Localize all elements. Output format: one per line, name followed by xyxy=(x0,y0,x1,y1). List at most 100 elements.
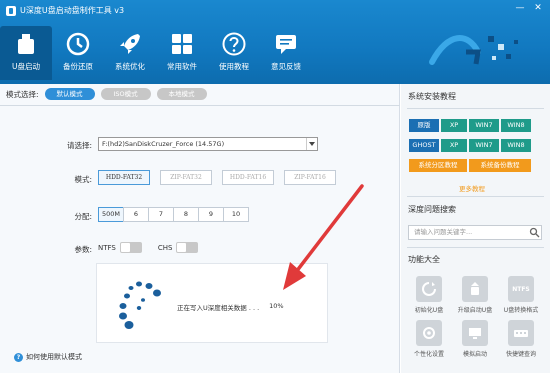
question-icon xyxy=(222,32,246,56)
alloc-label: 分配: xyxy=(74,212,92,221)
ntfs-label: NTFS xyxy=(98,243,116,252)
help-link[interactable]: ? 如何使用默认模式 xyxy=(14,352,82,362)
divider xyxy=(407,247,544,248)
tag-backup-tutorial[interactable]: 系统备份教程 xyxy=(469,159,531,172)
title-bar: U深度U盘启动盘制作工具 v3 — ✕ U盘启动 备份还原 系统优化 常用软件 … xyxy=(0,0,550,84)
alloc-500m[interactable]: 500M xyxy=(98,207,124,222)
nav-backup-restore[interactable]: 备份还原 xyxy=(52,26,104,80)
alloc-6[interactable]: 6 xyxy=(123,207,149,222)
format-zip-fat32[interactable]: ZIP-FAT32 xyxy=(160,170,212,185)
nav-common-software[interactable]: 常用软件 xyxy=(156,26,208,80)
brand-logo-art xyxy=(429,35,518,65)
format-zip-fat16[interactable]: ZIP-FAT16 xyxy=(284,170,336,185)
progress-message: 正在写入U深度相关数据 . . . xyxy=(177,304,260,312)
nav-label: 备份还原 xyxy=(63,62,93,71)
search-placeholder: 请输入问题关键字... xyxy=(414,228,473,236)
chs-label: CHS xyxy=(157,243,173,252)
tag-win7[interactable]: WIN7 xyxy=(469,119,499,132)
divider xyxy=(407,108,544,109)
mode-iso-button[interactable]: ISO模式 xyxy=(100,88,151,100)
tag-win8[interactable]: WIN8 xyxy=(501,119,531,132)
param-options: NTFS CHS xyxy=(98,242,214,253)
alloc-options: 500M 6 7 8 9 10 xyxy=(98,207,249,222)
progress-panel: 正在写入U深度相关数据 . . . 10% xyxy=(96,263,328,343)
mode-default-button[interactable]: 默认模式 xyxy=(44,88,95,100)
rocket-icon xyxy=(120,34,140,54)
window-controls: — ✕ xyxy=(512,2,546,15)
help-icon: ? xyxy=(14,352,23,362)
nav-label: 使用教程 xyxy=(219,62,249,71)
window-title: U深度U盘启动盘制作工具 v3 xyxy=(6,5,124,16)
app-logo-icon xyxy=(6,5,16,16)
format-hdd-fat32[interactable]: HDD-FAT32 xyxy=(98,170,150,185)
mode-selector: 模式选择: 默认模式 ISO模式 本地模式 xyxy=(6,88,207,100)
nav-system-optimize[interactable]: 系统优化 xyxy=(104,26,156,80)
format-hdd-fat16[interactable]: HDD-FAT16 xyxy=(222,170,274,185)
sidebar: 系统安装教程 原版 XP WIN7 WIN8 GHOST XP WIN7 WIN… xyxy=(401,84,550,373)
ntfs-toggle[interactable] xyxy=(119,242,142,253)
device-label: 请选择: xyxy=(66,141,92,150)
nav-label: 系统优化 xyxy=(115,62,145,71)
chevron-down-icon[interactable] xyxy=(306,138,317,150)
func-upgrade-usb[interactable]: 升级启动U盘 xyxy=(452,276,498,314)
main-nav: U盘启动 备份还原 系统优化 常用软件 使用教程 意见反馈 xyxy=(0,26,312,80)
alloc-9[interactable]: 9 xyxy=(198,207,224,222)
alloc-7[interactable]: 7 xyxy=(148,207,174,222)
search-icon[interactable] xyxy=(529,227,540,238)
hotkey-search-icon xyxy=(508,320,534,346)
tag-original[interactable]: 原版 xyxy=(409,119,439,132)
nav-tutorial[interactable]: 使用教程 xyxy=(208,26,260,80)
tag-ghost-win7[interactable]: WIN7 xyxy=(469,139,499,152)
tag-ghost-win8[interactable]: WIN8 xyxy=(501,139,531,152)
install-tutorial-title: 系统安装教程 xyxy=(408,92,456,101)
func-hotkey-search[interactable]: 快捷键查询 xyxy=(498,320,544,358)
alloc-10[interactable]: 10 xyxy=(223,207,249,222)
chs-toggle[interactable] xyxy=(176,242,199,253)
nav-usb-boot[interactable]: U盘启动 xyxy=(0,26,52,80)
tag-ghost[interactable]: GHOST xyxy=(409,139,439,152)
func-convert-format[interactable]: NTFS U盘转换格式 xyxy=(498,276,544,314)
ntfs-convert-icon: NTFS xyxy=(508,276,534,302)
tag-partition-tutorial[interactable]: 系统分区教程 xyxy=(409,159,467,172)
format-options: HDD-FAT32 ZIP-FAT32 HDD-FAT16 ZIP-FAT16 xyxy=(98,170,336,185)
func-personalize[interactable]: 个性化设置 xyxy=(406,320,452,358)
personalize-icon xyxy=(416,320,442,346)
nav-label: 常用软件 xyxy=(167,62,197,71)
tag-ghost-xp[interactable]: XP xyxy=(441,139,467,152)
usb-drive-icon xyxy=(18,34,34,54)
grid-apps-icon xyxy=(172,34,192,54)
func-label: 模拟启动 xyxy=(462,351,487,358)
chat-bubble-icon xyxy=(276,35,296,54)
progress-status: 正在写入U深度相关数据 . . . 10% xyxy=(177,302,284,312)
func-simulate-boot[interactable]: 模拟启动 xyxy=(452,320,498,358)
device-select[interactable]: F:(hd2)SanDiskCruzer_Force (14.57G) xyxy=(98,137,318,151)
divider xyxy=(0,105,400,106)
tag-xp[interactable]: XP xyxy=(441,119,467,132)
functions-title: 功能大全 xyxy=(408,255,440,264)
init-usb-icon xyxy=(416,276,442,302)
minimize-button[interactable]: — xyxy=(512,2,528,15)
close-button[interactable]: ✕ xyxy=(530,2,546,15)
func-label: 初始化U盘 xyxy=(414,307,444,314)
nav-label: 意见反馈 xyxy=(271,62,301,71)
param-label: 参数: xyxy=(74,245,92,254)
alloc-8[interactable]: 8 xyxy=(173,207,199,222)
func-label: 快捷键查询 xyxy=(505,351,536,358)
nav-feedback[interactable]: 意见反馈 xyxy=(260,26,312,80)
func-label: 升级启动U盘 xyxy=(457,307,493,314)
simulate-boot-icon xyxy=(462,320,488,346)
help-label: 如何使用默认模式 xyxy=(26,353,82,361)
func-label: 个性化设置 xyxy=(413,351,444,358)
nav-label: U盘启动 xyxy=(12,62,40,71)
func-label: U盘转换格式 xyxy=(503,307,539,314)
search-input[interactable]: 请输入问题关键字... xyxy=(408,225,542,240)
clock-restore-icon xyxy=(66,32,90,56)
more-tutorials-link[interactable]: 更多教程 xyxy=(459,183,485,193)
mode-local-button[interactable]: 本地模式 xyxy=(156,88,207,100)
functions-grid: 初始化U盘 升级启动U盘 NTFS U盘转换格式 个性化设置 模拟启动 快捷键查… xyxy=(406,276,544,358)
device-value: F:(hd2)SanDiskCruzer_Force (14.57G) xyxy=(102,140,225,148)
search-title: 深度问题搜索 xyxy=(408,205,456,214)
func-init-usb[interactable]: 初始化U盘 xyxy=(406,276,452,314)
upgrade-usb-icon xyxy=(462,276,488,302)
mode-label: 模式选择: xyxy=(6,89,39,99)
